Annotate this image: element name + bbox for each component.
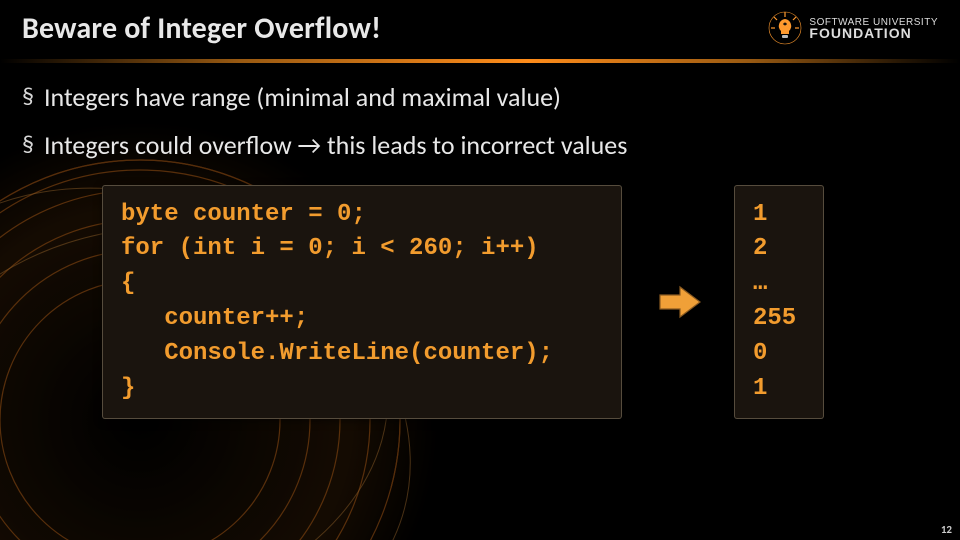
arrow-right-icon — [658, 284, 702, 320]
code-row: byte counter = 0; for (int i = 0; i < 26… — [22, 185, 938, 420]
title-underline — [0, 59, 960, 63]
brand-line2: FOUNDATION — [809, 28, 938, 39]
brand-logo: SOFTWARE UNIVERSITY FOUNDATION — [767, 10, 938, 46]
bullet-1: Integers have range (minimal and maximal… — [22, 81, 938, 115]
slide-body: Integers have range (minimal and maximal… — [22, 81, 938, 419]
slide-title: Beware of Integer Overflow! — [22, 10, 381, 47]
title-row: Beware of Integer Overflow! SOFTWARE UNI… — [22, 8, 938, 56]
lightbulb-icon — [767, 10, 803, 46]
code-output: 1 2 … 255 0 1 — [734, 185, 824, 420]
page-number: 12 — [941, 523, 952, 536]
code-source: byte counter = 0; for (int i = 0; i < 26… — [102, 185, 622, 420]
slide: Beware of Integer Overflow! SOFTWARE UNI… — [0, 0, 960, 540]
brand-text: SOFTWARE UNIVERSITY FOUNDATION — [809, 17, 938, 39]
bullet-2: Integers could overflow → this leads to … — [22, 129, 938, 163]
